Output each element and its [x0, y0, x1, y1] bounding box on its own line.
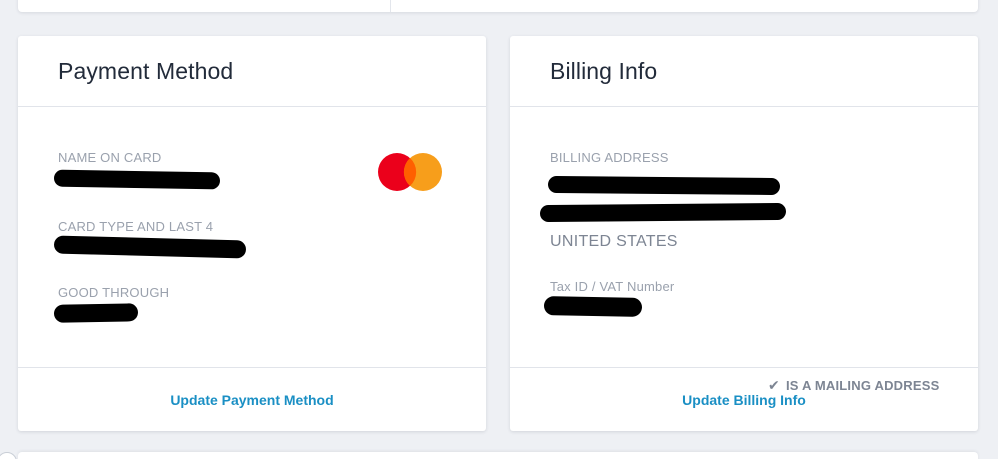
- billing-info-footer: Update Billing Info: [510, 367, 978, 431]
- tax-id-label: Tax ID / VAT Number: [550, 279, 675, 294]
- top-card-divider: [390, 0, 391, 12]
- name-on-card-label: NAME ON CARD: [58, 150, 162, 165]
- payment-method-header: Payment Method: [18, 36, 486, 107]
- payment-method-title: Payment Method: [58, 57, 234, 84]
- tax-id-redaction: [543, 296, 643, 317]
- card-type-redaction: [53, 235, 247, 259]
- good-through-redaction: [53, 303, 139, 323]
- billing-address-label: BILLING ADDRESS: [550, 150, 669, 165]
- payment-method-card: Payment Method NAME ON CARD CARD TYPE AN…: [18, 36, 486, 431]
- payment-method-body: NAME ON CARD CARD TYPE AND LAST 4 GOOD T…: [18, 107, 486, 368]
- name-on-card-redaction: [53, 169, 221, 190]
- scroll-handle-icon[interactable]: [0, 452, 17, 459]
- payment-method-footer: Update Payment Method: [18, 367, 486, 431]
- good-through-label: GOOD THROUGH: [58, 285, 170, 300]
- mastercard-icon: [378, 153, 442, 191]
- billing-info-title: Billing Info: [550, 57, 658, 84]
- billing-info-header: Billing Info: [510, 36, 978, 107]
- update-billing-info-link[interactable]: Update Billing Info: [682, 392, 806, 408]
- billing-page: Payment Method NAME ON CARD CARD TYPE AN…: [0, 0, 998, 459]
- update-payment-method-link[interactable]: Update Payment Method: [170, 392, 333, 408]
- billing-info-body: BILLING ADDRESS UNITED STATES Tax ID / V…: [510, 107, 978, 393]
- billing-info-card: Billing Info BILLING ADDRESS UNITED STAT…: [510, 36, 978, 431]
- top-card-partial: [18, 0, 978, 12]
- bottom-card-partial: [18, 452, 978, 459]
- billing-address-redaction-2: [539, 202, 787, 223]
- billing-country: UNITED STATES: [550, 233, 678, 250]
- card-type-label: CARD TYPE AND LAST 4: [58, 219, 214, 234]
- billing-address-redaction-1: [547, 175, 781, 196]
